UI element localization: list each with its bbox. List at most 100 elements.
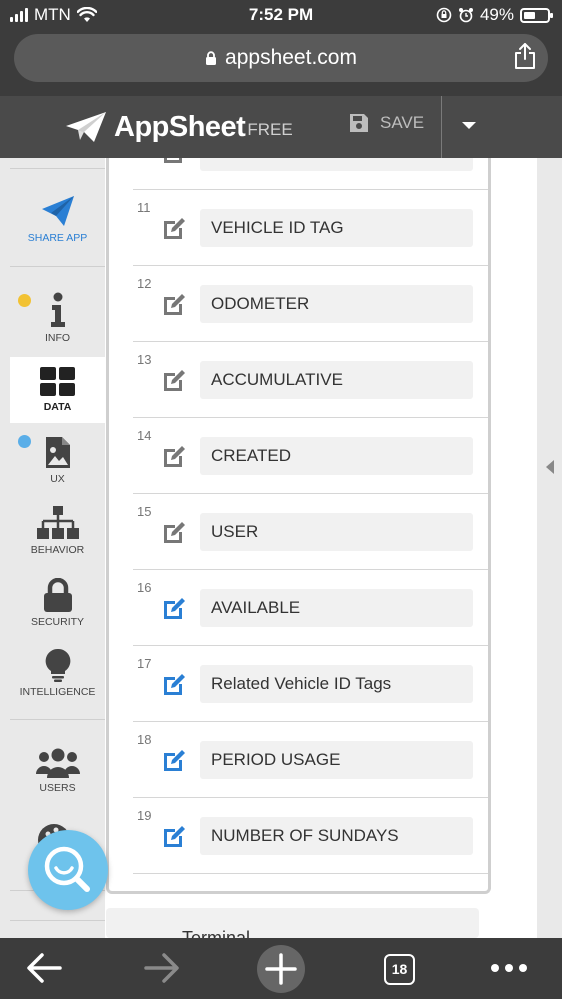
table-row[interactable] [133, 158, 488, 190]
battery-icon [520, 7, 553, 23]
row-number: 16 [137, 580, 152, 595]
tab-switcher-button[interactable]: 18 [384, 954, 415, 985]
battery-group: 49% [436, 5, 553, 25]
edit-icon[interactable] [161, 444, 187, 470]
sidebar-item-ux[interactable]: UX [10, 436, 105, 492]
sidebar-item-users[interactable]: USERS [10, 748, 105, 804]
table-row[interactable]: 19 NUMBER OF SUNDAYS [133, 798, 488, 874]
sidebar-item-label: INTELLIGENCE [19, 686, 96, 698]
column-name-field[interactable]: CREATED [200, 437, 473, 475]
row-number: 15 [137, 504, 152, 519]
floppy-disk-icon [350, 114, 368, 132]
header-divider [441, 96, 442, 158]
grid-icon [39, 367, 75, 396]
save-button[interactable]: SAVE [348, 112, 424, 134]
row-number: 13 [137, 352, 152, 367]
column-name-field[interactable]: USER [200, 513, 473, 551]
table-row[interactable]: 14 CREATED [133, 418, 488, 494]
column-name-field[interactable]: ACCUMULATIVE [200, 361, 473, 399]
sidebar-divider [10, 266, 105, 267]
forward-arrow-icon[interactable] [144, 952, 180, 984]
back-arrow-icon[interactable] [26, 952, 62, 984]
sidebar-item-label: BEHAVIOR [30, 544, 85, 556]
row-number: 11 [137, 200, 151, 215]
url-text: appsheet.com [225, 46, 357, 69]
paper-plane-icon [41, 196, 74, 226]
sidebar-item-label: USERS [39, 782, 76, 794]
column-name-field[interactable]: Related Vehicle ID Tags [200, 665, 473, 703]
table-row[interactable]: 15 USER [133, 494, 488, 570]
edit-icon[interactable] [161, 216, 187, 242]
row-number: 18 [137, 732, 152, 747]
edit-icon[interactable] [161, 672, 187, 698]
row-number: 17 [137, 656, 152, 671]
sidebar-item-intelligence[interactable]: INTELLIGENCE [10, 648, 105, 704]
table-row[interactable]: 18 PERIOD USAGE [133, 722, 488, 798]
sidebar-item-label: UX [50, 473, 65, 485]
column-name-field[interactable]: ODOMETER [200, 285, 473, 323]
table-row[interactable]: 12 ODOMETER [133, 266, 488, 342]
browser-address-area: appsheet.com [0, 30, 562, 96]
more-options-icon[interactable] [490, 962, 528, 974]
share-icon[interactable] [512, 42, 538, 70]
sidebar-item-share-app[interactable]: SHARE APP [10, 194, 105, 264]
sidebar-divider [10, 920, 105, 921]
sidebar-item-info[interactable]: INFO [10, 292, 105, 348]
search-icon [44, 846, 90, 892]
save-label: SAVE [380, 113, 425, 132]
next-table-title: Terminal [182, 928, 251, 938]
alarm-icon [458, 8, 473, 23]
table-row[interactable]: 13 ACCUMULATIVE [133, 342, 488, 418]
status-bar: MTN 7:52 PM 49% [0, 0, 562, 30]
appsheet-logo[interactable]: AppSheet FREE [64, 110, 293, 144]
sidebar-divider [10, 168, 105, 169]
plan-tier: FREE [247, 120, 293, 139]
battery-percent: 49% [479, 5, 514, 24]
column-name-field[interactable]: AVAILABLE [200, 589, 473, 627]
row-number: 14 [137, 428, 152, 443]
row-number: 12 [137, 276, 152, 291]
sidebar-item-label: INFO [44, 332, 71, 344]
edit-icon[interactable] [161, 292, 187, 318]
sidebar-item-label: SECURITY [30, 616, 85, 628]
chevron-down-icon[interactable] [462, 122, 476, 129]
column-name-field[interactable]: PERIOD USAGE [200, 741, 473, 779]
table-row[interactable]: 17 Related Vehicle ID Tags [133, 646, 488, 722]
address-bar[interactable]: appsheet.com [14, 34, 548, 82]
column-name-field[interactable] [200, 158, 473, 171]
next-table-card[interactable]: Terminal [106, 908, 479, 938]
lock-icon [43, 578, 72, 612]
sidebar-item-label: SHARE APP [27, 232, 88, 244]
search-fab-button[interactable] [28, 830, 108, 910]
paper-plane-logo-icon [66, 112, 106, 142]
new-tab-plus-icon[interactable] [256, 944, 306, 994]
sidebar-item-behavior[interactable]: BEHAVIOR [10, 506, 105, 562]
brand-name: AppSheet [114, 110, 246, 143]
chevron-left-icon[interactable] [546, 460, 554, 474]
browser-toolbar: 18 [0, 938, 562, 999]
info-icon [50, 292, 65, 327]
edit-icon[interactable] [161, 368, 187, 394]
image-file-icon [45, 437, 70, 468]
edit-icon[interactable] [161, 748, 187, 774]
table-row[interactable]: 11 VEHICLE ID TAG [133, 190, 488, 266]
column-name-field[interactable]: NUMBER OF SUNDAYS [200, 817, 473, 855]
edit-icon[interactable] [161, 158, 187, 166]
users-icon [35, 748, 80, 778]
sidebar-item-data[interactable]: DATA [10, 357, 105, 423]
columns-table-card: 11 VEHICLE ID TAG 12 ODOMETER 13 ACCUMULATIVE… [106, 158, 491, 894]
app-header: AppSheet FREE SAVE [0, 96, 562, 158]
sidebar-item-label: DATA [43, 401, 72, 413]
sidebar-item-security[interactable]: SECURITY [10, 578, 105, 634]
lock-icon [206, 50, 217, 65]
column-name-field[interactable]: VEHICLE ID TAG [200, 209, 473, 247]
edit-icon[interactable] [161, 520, 187, 546]
lightbulb-icon [45, 648, 70, 682]
sitemap-icon [36, 506, 79, 539]
rotation-lock-icon [436, 7, 452, 23]
edit-icon[interactable] [161, 824, 187, 850]
row-number: 19 [137, 808, 152, 823]
app-editor-sidebar: SHARE APP INFO DATA UX BEHAVIOR SECURITY… [10, 158, 105, 938]
table-row[interactable]: 16 AVAILABLE [133, 570, 488, 646]
edit-icon[interactable] [161, 596, 187, 622]
